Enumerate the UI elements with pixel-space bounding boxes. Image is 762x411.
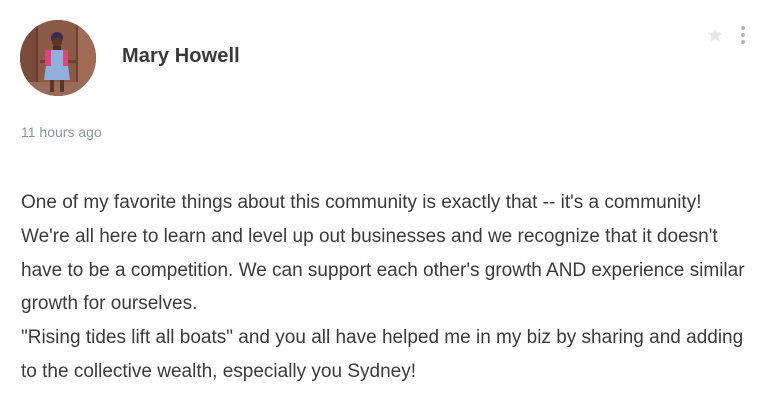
more-dot bbox=[741, 40, 745, 44]
star-icon[interactable] bbox=[706, 26, 724, 44]
more-vertical-icon[interactable] bbox=[734, 24, 752, 46]
post-paragraph: "Rising tides lift all boats" and you al… bbox=[21, 327, 744, 382]
avatar-photo bbox=[20, 20, 96, 96]
post-body: One of my favorite things about this com… bbox=[21, 186, 746, 389]
author-name[interactable]: Mary Howell bbox=[122, 45, 240, 68]
post-actions bbox=[706, 24, 752, 46]
more-dot bbox=[741, 26, 745, 30]
post-card: Mary Howell 11 hours ago One of my favor… bbox=[0, 0, 762, 411]
more-dot bbox=[741, 33, 745, 37]
avatar[interactable] bbox=[20, 20, 96, 96]
post-paragraph: One of my favorite things about this com… bbox=[21, 192, 745, 315]
post-timestamp: 11 hours ago bbox=[21, 124, 102, 140]
